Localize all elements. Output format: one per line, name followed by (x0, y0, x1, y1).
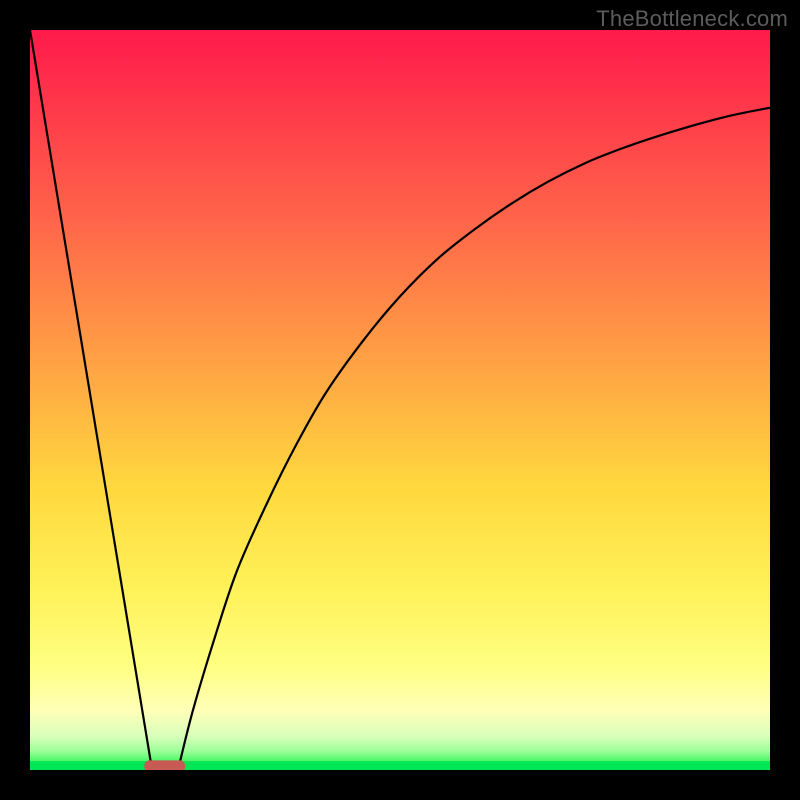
plot-area (30, 30, 770, 770)
watermark-text: TheBottleneck.com (596, 6, 788, 32)
chart-frame: TheBottleneck.com (0, 0, 800, 800)
optimal-marker (144, 760, 185, 770)
chart-svg (30, 30, 770, 770)
gradient-background (30, 30, 770, 770)
green-band (30, 761, 770, 770)
